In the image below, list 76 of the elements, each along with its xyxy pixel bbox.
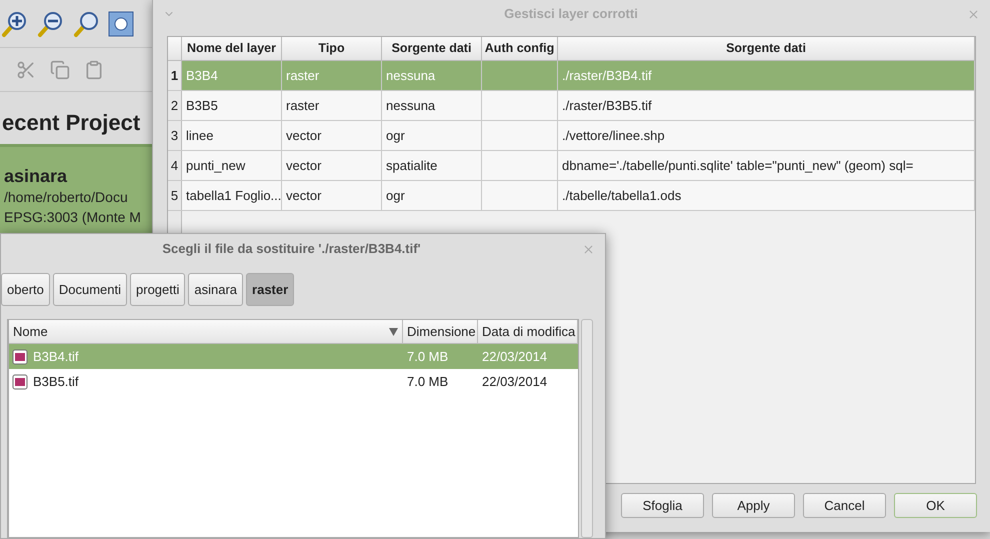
column-header[interactable]: Tipo — [282, 37, 382, 60]
table-cell: linee — [182, 121, 282, 150]
file-size: 7.0 MB — [406, 348, 450, 366]
image-file-icon — [12, 348, 28, 364]
table-cell: punti_new — [182, 151, 282, 180]
table-cell: raster — [282, 61, 382, 90]
table-cell: ./raster/B3B5.tif — [558, 91, 975, 120]
table-cell: tabella1 Foglio... — [182, 181, 282, 210]
file-date: 22/03/2014 — [481, 348, 548, 366]
table-cell: vector — [282, 151, 382, 180]
cut-icon[interactable] — [16, 60, 36, 80]
table-cell: vector — [282, 181, 382, 210]
path-button[interactable]: Documenti — [52, 273, 128, 306]
row-number: 3 — [168, 121, 182, 150]
path-button[interactable]: raster — [246, 273, 294, 306]
image-file-icon — [12, 374, 28, 390]
table-row[interactable]: 4 punti_new vector spatialite dbname='./tabelle/punti.sqlite' table="punti_new" (geom) sql= — [168, 151, 975, 181]
file-date: 22/03/2014 — [481, 372, 548, 391]
dialog-title: Scegli il file da sostituire './raster/B3B4.tif' — [161, 240, 422, 258]
path-button[interactable]: oberto — [1, 273, 50, 306]
zoom-in-icon[interactable] — [0, 10, 28, 38]
project-crs: EPSG:3003 (Monte M — [4, 208, 142, 227]
column-label: Dimensione — [407, 323, 476, 341]
row-number: 1 — [168, 61, 182, 90]
file-size: 7.0 MB — [406, 372, 450, 391]
sort-icon — [389, 328, 398, 336]
column-header[interactable]: Sorgente dati — [558, 37, 975, 60]
column-label: Nome — [13, 323, 48, 341]
table-cell: ./tabelle/tabella1.ods — [558, 181, 975, 210]
file-name: B3B5.tif — [33, 372, 79, 391]
row-number: 2 — [168, 91, 182, 120]
table-row[interactable]: 2 B3B5 raster nessuna ./raster/B3B5.tif — [168, 91, 975, 121]
dialog-button[interactable]: OK — [894, 493, 977, 518]
project-path: /home/roberto/Docu — [4, 188, 129, 207]
table-cell: ./raster/B3B4.tif — [558, 61, 975, 90]
path-button[interactable]: asinara — [188, 273, 244, 306]
close-icon[interactable] — [967, 8, 980, 20]
dialog-button[interactable]: Sfoglia — [621, 493, 704, 518]
column-header[interactable]: Dimensione — [403, 320, 478, 343]
scrollbar[interactable] — [581, 319, 593, 538]
dialog-button[interactable]: Cancel — [803, 493, 886, 518]
column-header[interactable]: Data di modifica — [478, 320, 578, 343]
table-cell: vector — [282, 121, 382, 150]
close-icon[interactable] — [582, 242, 595, 256]
file-name: B3B4.tif — [33, 348, 79, 366]
column-header[interactable]: Nome — [9, 320, 403, 343]
dialog-button[interactable]: Apply — [712, 493, 795, 518]
column-header[interactable]: Auth config — [482, 37, 558, 60]
table-cell: ogr — [382, 121, 482, 150]
column-header[interactable]: Sorgente dati — [382, 37, 482, 60]
file-row[interactable]: B3B5.tif 7.0 MB 22/03/2014 — [9, 369, 578, 394]
zoom-full-icon[interactable] — [108, 10, 134, 36]
table-cell: ogr — [382, 181, 482, 210]
dialog-title: Gestisci layer corrotti — [503, 5, 639, 24]
table-cell: dbname='./tabelle/punti.sqlite' table="punti_new" (geom) sql= — [558, 151, 975, 180]
table-row[interactable]: 5 tabella1 Foglio... vector ogr ./tabelle/tabella1.ods — [168, 181, 975, 211]
table-cell: raster — [282, 91, 382, 120]
path-button[interactable]: progetti — [130, 273, 186, 306]
table-row[interactable]: 3 linee vector ogr ./vettore/linee.shp — [168, 121, 975, 151]
row-number: 4 — [168, 151, 182, 180]
table-cell: B3B4 — [182, 61, 282, 90]
project-name: asinara — [4, 165, 68, 187]
copy-icon[interactable] — [50, 60, 70, 80]
paste-icon[interactable] — [84, 60, 104, 80]
table-cell: nessuna — [382, 91, 482, 120]
table-cell: nessuna — [382, 61, 482, 90]
table-cell: B3B5 — [182, 91, 282, 120]
table-row[interactable]: 1 B3B4 raster nessuna ./raster/B3B4.tif — [168, 61, 975, 91]
column-header[interactable]: Nome del layer — [182, 37, 282, 60]
zoom-out-icon[interactable] — [36, 10, 64, 38]
column-label: Data di modifica — [482, 323, 576, 341]
row-number: 5 — [168, 181, 182, 210]
zoom-icon[interactable] — [72, 10, 100, 38]
table-cell: spatialite — [382, 151, 482, 180]
table-cell: ./vettore/linee.shp — [558, 121, 975, 150]
section-heading: ecent Project — [1, 109, 142, 137]
